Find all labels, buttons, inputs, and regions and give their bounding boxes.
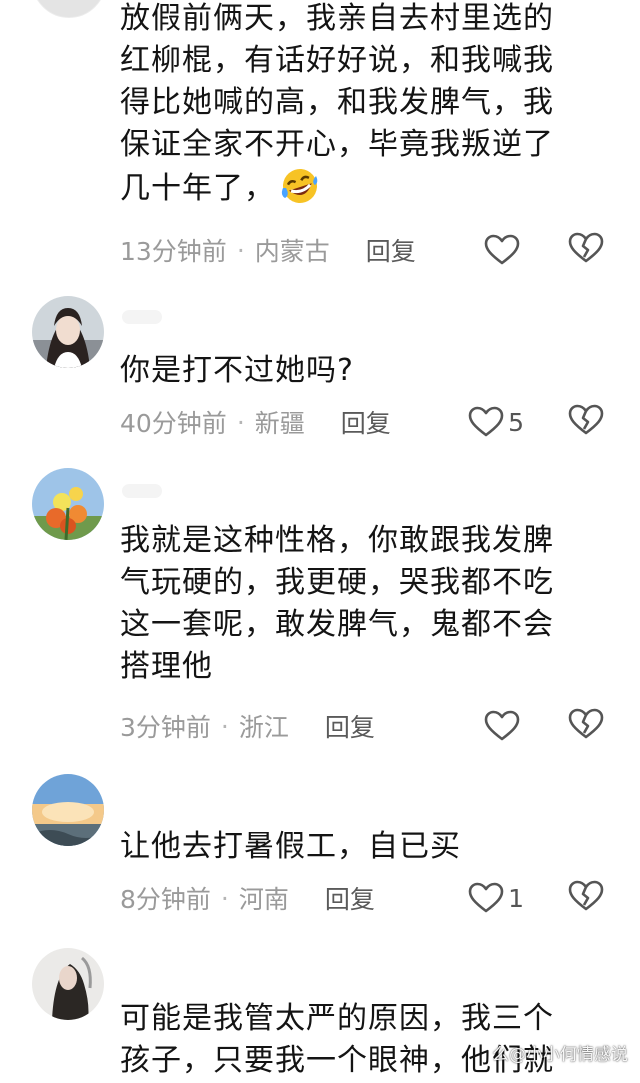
meta-separator: · [236,407,245,437]
avatar[interactable] [32,296,104,368]
reply-button[interactable]: 回复 [325,880,375,916]
heart-outline-icon [484,234,520,266]
comment-meta: 13分钟前 · 内蒙古 回复 [120,230,416,270]
avatar-partial[interactable] [32,0,106,18]
dislike-button[interactable] [568,706,604,746]
heart-outline-icon [468,882,504,914]
comment-text: 让他去打暑假工，自已买 [120,829,461,864]
meta-separator: · [220,883,229,913]
comment-time: 13分钟前 [120,237,227,266]
dislike-button[interactable] [568,402,604,442]
username-blurred [122,484,162,498]
like-count: 5 [508,407,524,437]
avatar[interactable] [32,774,104,846]
comment-text: 你是打不过她吗? [120,353,354,388]
heart-outline-icon [468,406,504,438]
comment-meta: 40分钟前 · 新疆 回复 [120,402,391,442]
comment-meta: 3分钟前 · 浙江 回复 [120,706,375,746]
heart-outline-icon [484,710,520,742]
like-button[interactable] [484,706,524,746]
username-blurred [122,310,162,324]
rofl-emoji-icon [279,166,321,218]
like-button[interactable] [484,230,524,270]
broken-heart-icon [568,708,604,744]
comment-region: 浙江 [238,713,289,742]
like-count: 1 [508,883,524,913]
comment-meta: 8分钟前 · 河南 回复 [120,878,375,918]
comment-region: 新疆 [254,409,305,438]
reply-button[interactable]: 回复 [366,232,416,268]
comment-time: 8分钟前 [120,885,211,914]
avatar[interactable] [32,948,104,1020]
comment-text: 放假前俩天，我亲自去村里选的 红柳棍，有话好好说，和我喊我 得比她喊的高，和我发… [120,0,610,218]
comment-time: 40分钟前 [120,409,227,438]
comment-text: 我就是这种性格，你敢跟我发脾 气玩硬的，我更硬，哭我都不吃 这一套呢，敢发脾气，… [120,523,554,684]
watermark: 么@小小何情感说 [492,1045,628,1065]
comment-region: 内蒙古 [254,237,330,266]
like-button[interactable]: 1 [468,878,524,918]
like-button[interactable]: 5 [468,402,524,442]
broken-heart-icon [568,404,604,440]
comment-text-content: 放假前俩天，我亲自去村里选的 红柳棍，有话好好说，和我喊我 得比她喊的高，和我发… [120,1,554,206]
dislike-button[interactable] [568,230,604,270]
dislike-button[interactable] [568,878,604,918]
broken-heart-icon [568,232,604,268]
meta-separator: · [220,711,229,741]
reply-button[interactable]: 回复 [341,404,391,440]
broken-heart-icon [568,880,604,916]
reply-button[interactable]: 回复 [325,708,375,744]
comment-time: 3分钟前 [120,713,211,742]
avatar[interactable] [32,468,104,540]
meta-separator: · [236,235,245,265]
comment-region: 河南 [238,885,289,914]
